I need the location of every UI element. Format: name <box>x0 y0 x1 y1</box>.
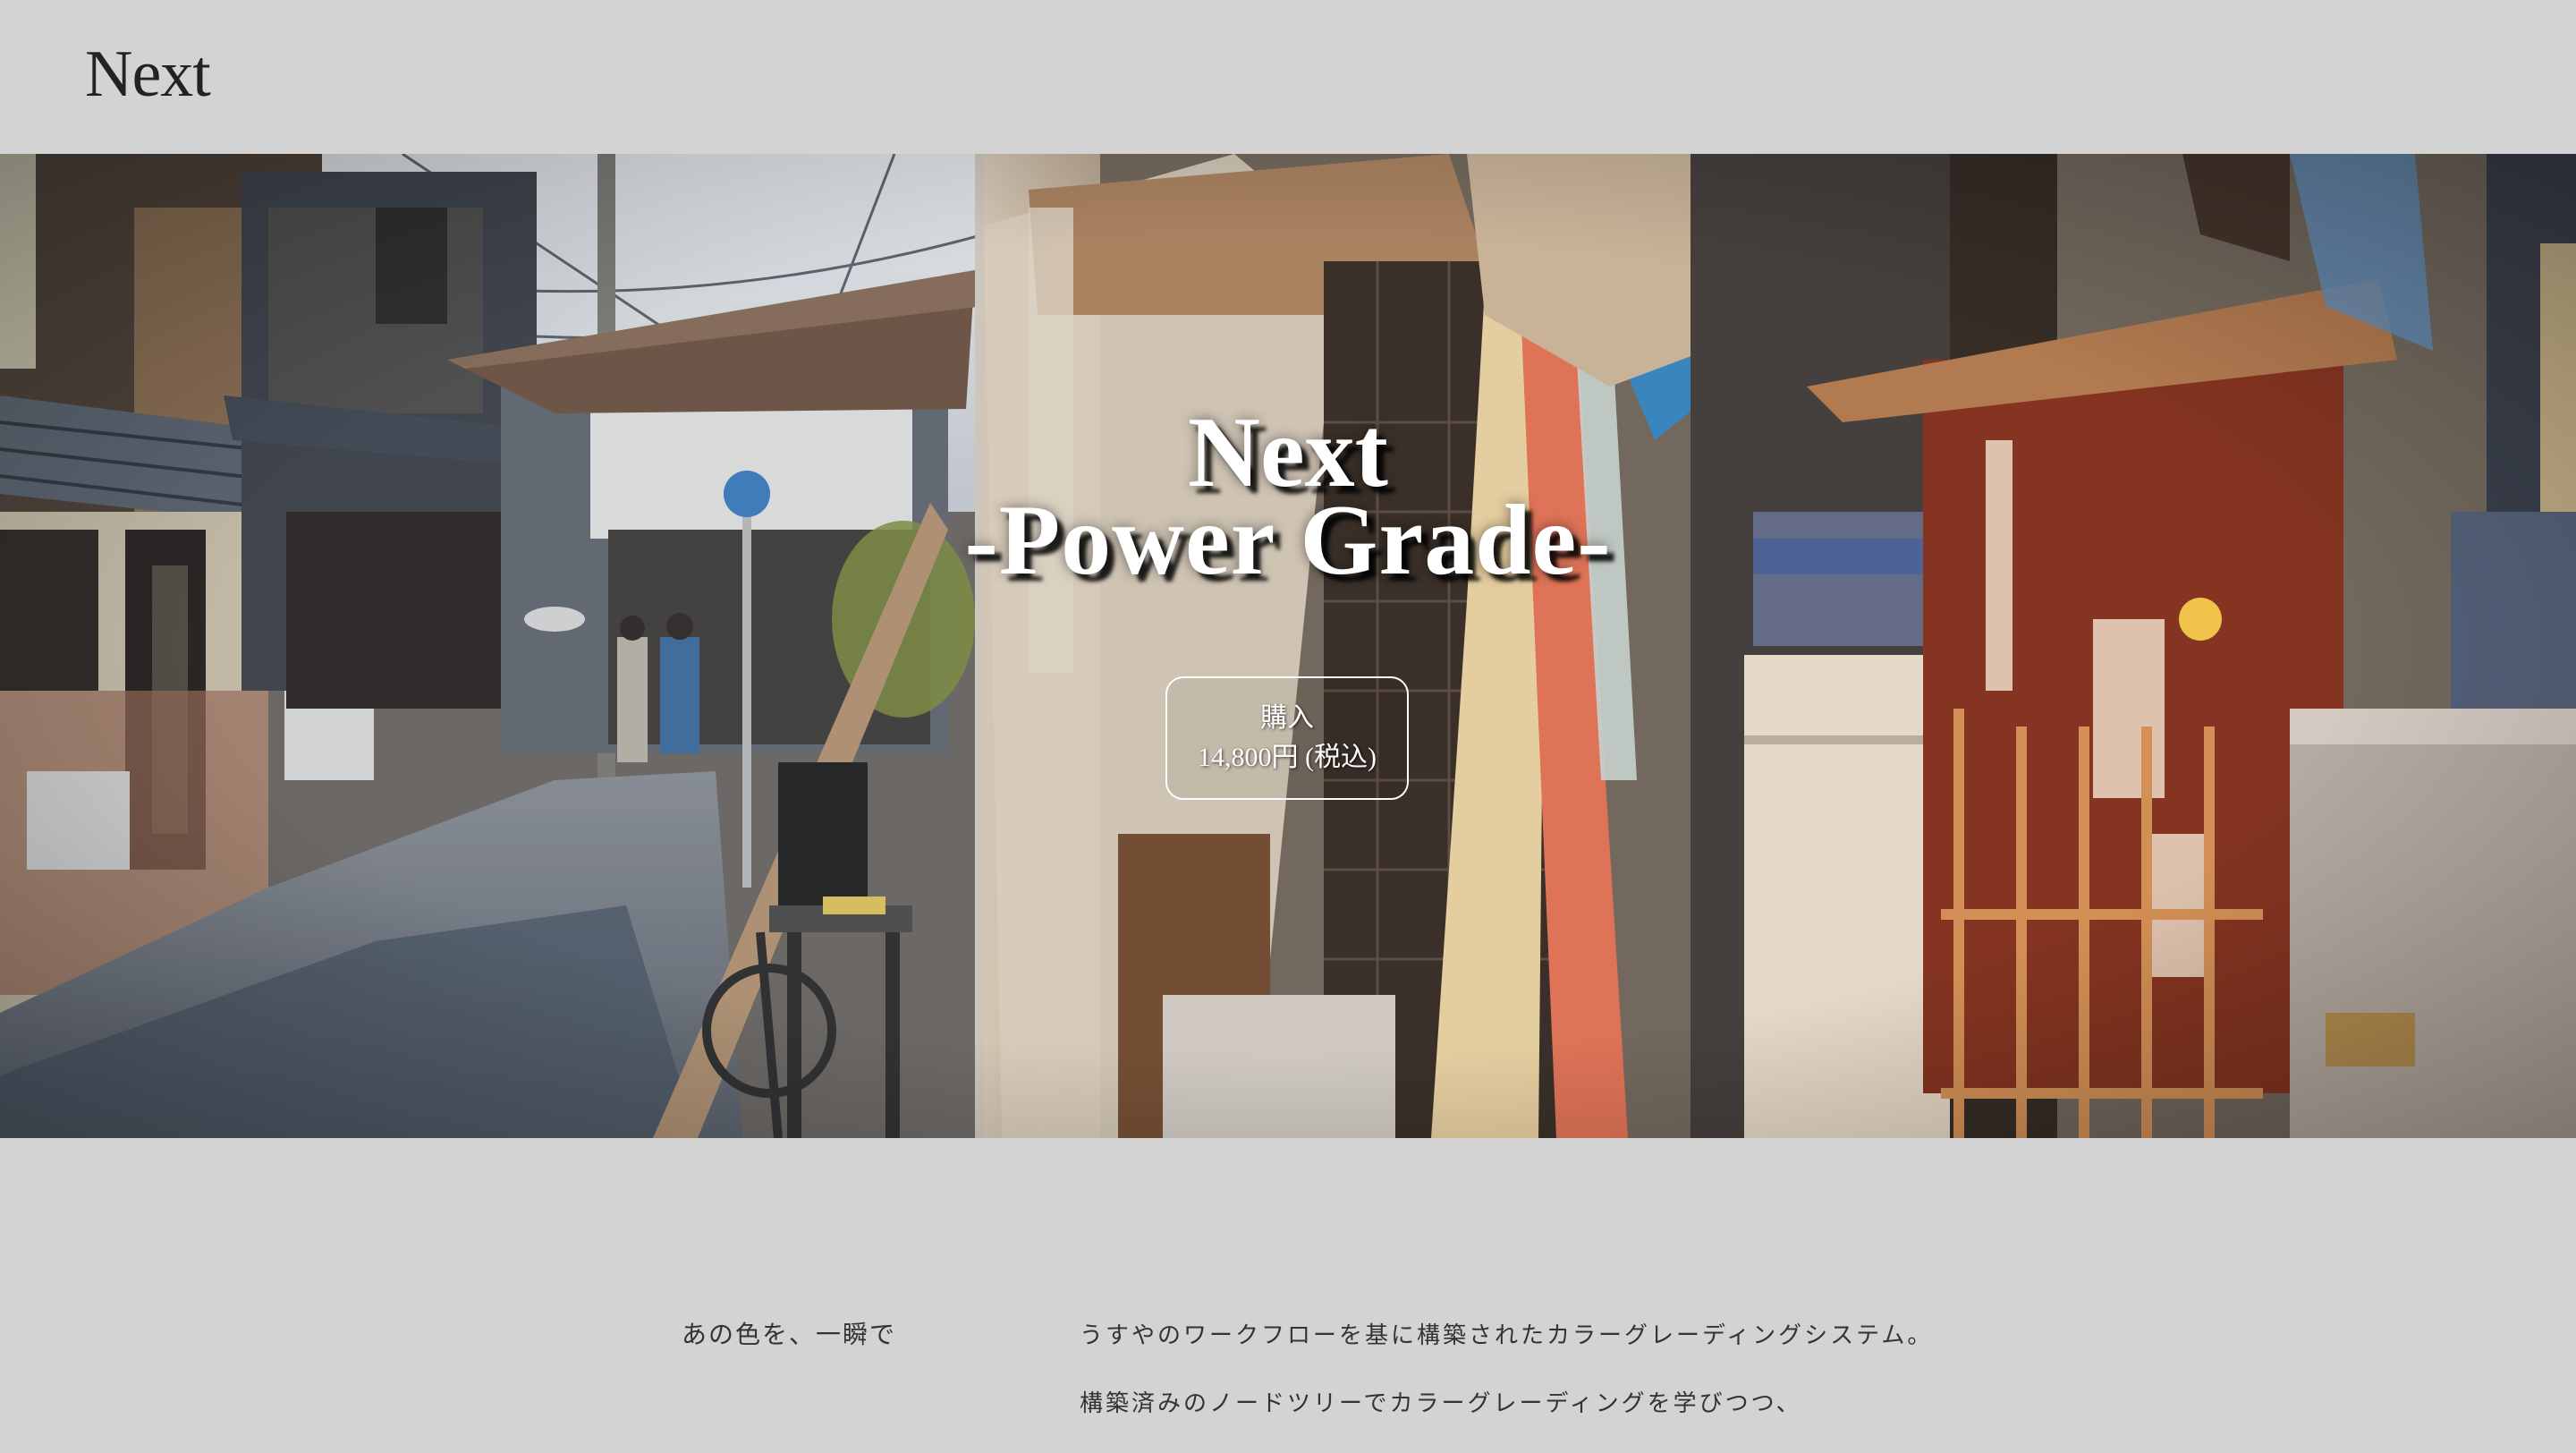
intro-heading: あの色を、一瞬で <box>682 1320 897 1349</box>
buy-button-label: 購入 <box>1260 703 1314 733</box>
intro-paragraph: 構築済みのノードツリーでカラーグレーディングを学びつつ、 <box>1080 1390 1802 1417</box>
page: Next Next -Power Grade- 購入 14,800円 (税込) … <box>0 0 2576 1453</box>
site-logo[interactable]: Next <box>85 34 211 115</box>
buy-button[interactable]: 購入 14,800円 (税込) <box>1165 676 1409 800</box>
site-header: Next <box>0 0 2576 154</box>
hero-subtitle: -Power Grade- <box>964 485 1612 596</box>
intro-paragraph: うすやのワークフローを基に構築されたカラーグレーディングシステム。 <box>1080 1322 1934 1349</box>
hero-banner: Next -Power Grade- 購入 14,800円 (税込) <box>0 154 2576 1138</box>
street-scene-photo <box>0 154 2576 1138</box>
buy-button-price: 14,800円 (税込) <box>1198 743 1377 772</box>
